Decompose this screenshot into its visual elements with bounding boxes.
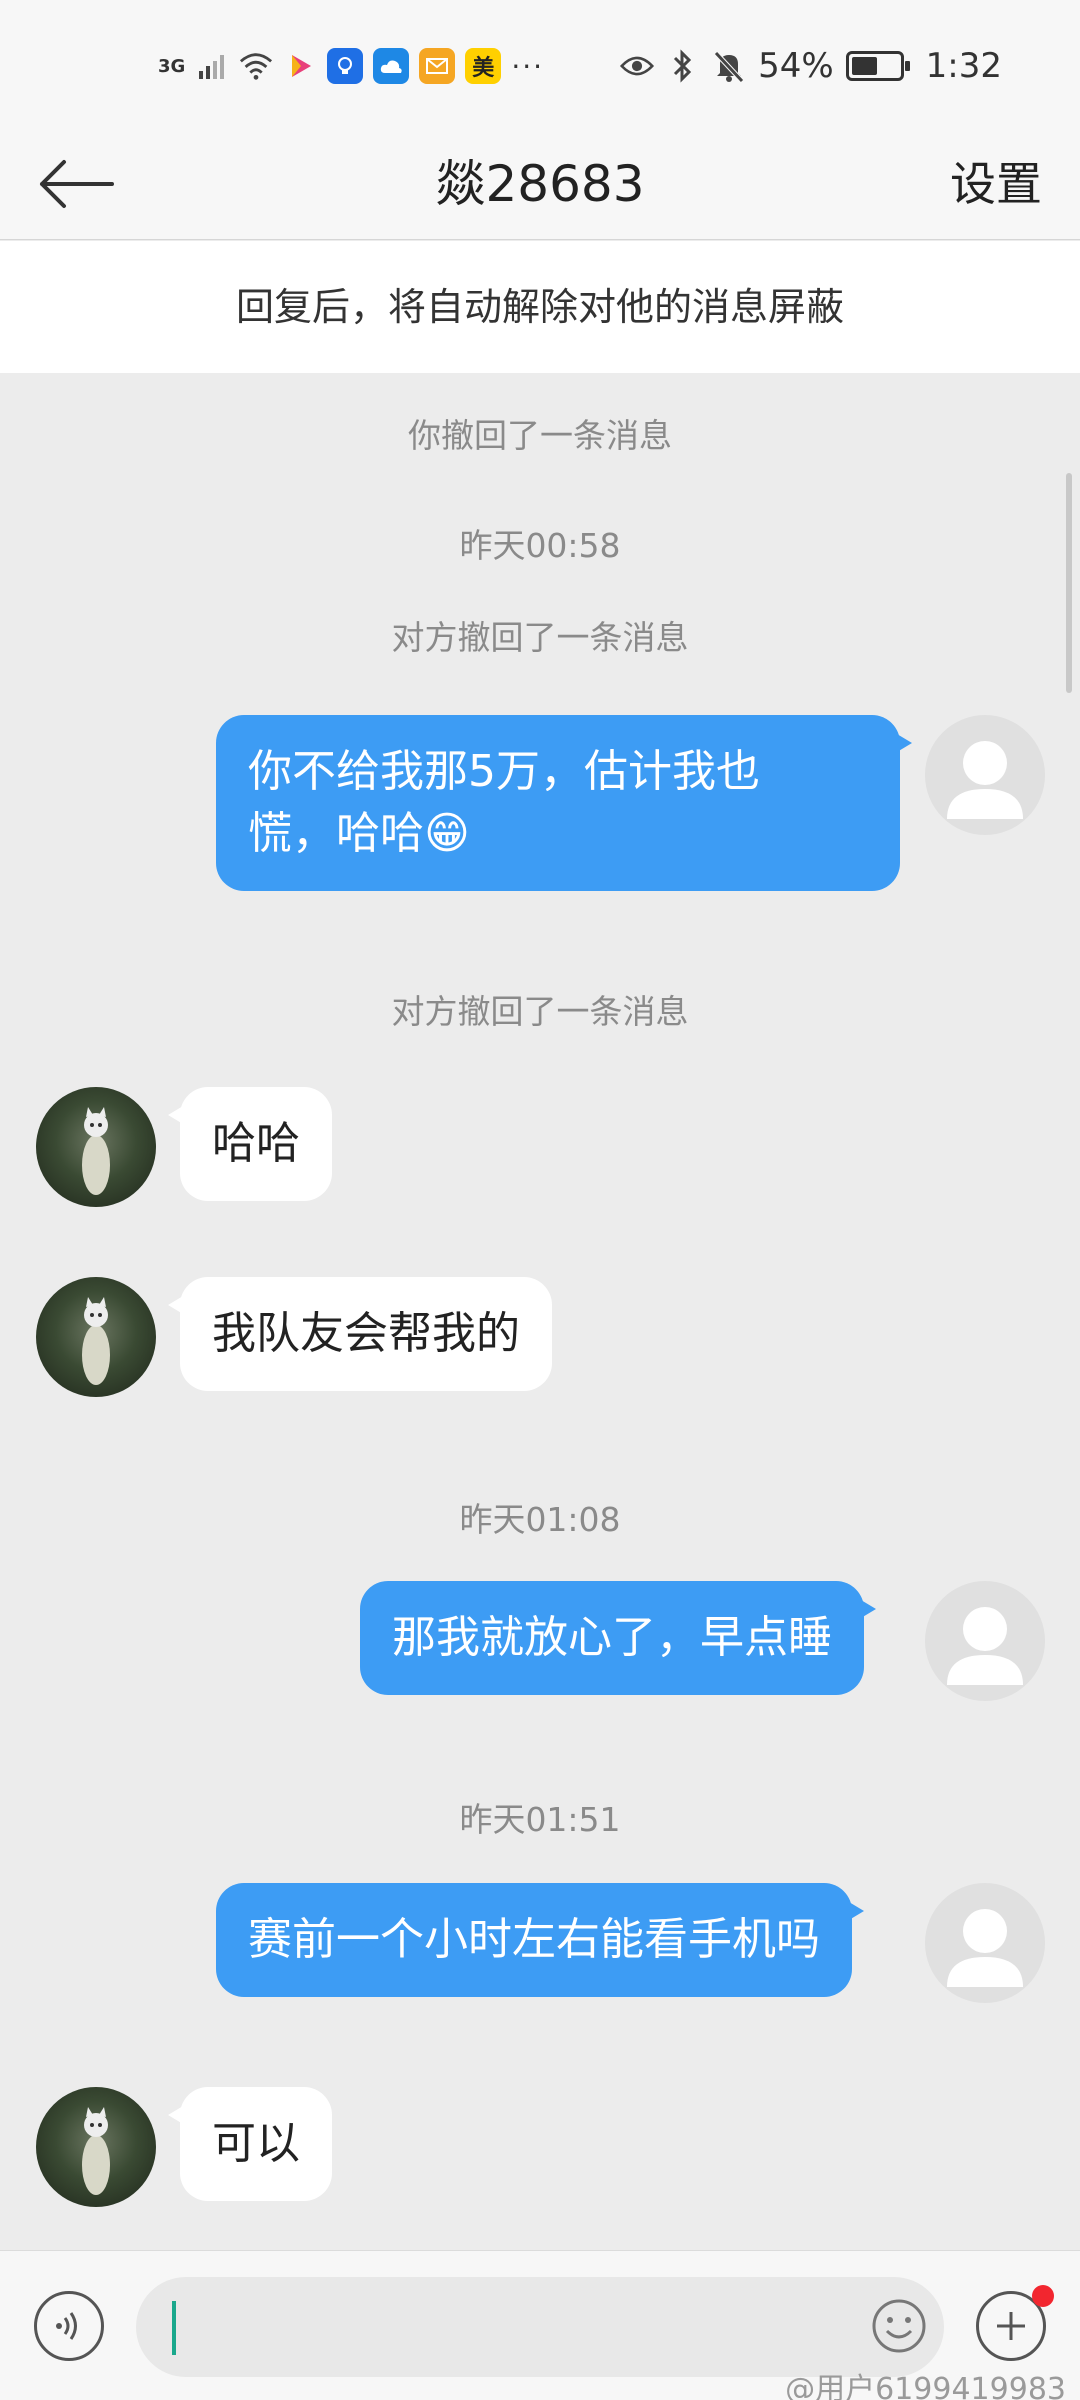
- contact-avatar[interactable]: [36, 1277, 156, 1397]
- default-person-icon: [947, 1607, 1023, 1685]
- weibo-watermark: @用户6199419983: [785, 2372, 1066, 2400]
- contact-avatar[interactable]: [36, 2087, 156, 2207]
- message-input[interactable]: [136, 2277, 944, 2377]
- chat-title: 燚28683: [435, 155, 645, 213]
- more-notifications-icon: ···: [511, 49, 545, 83]
- my-avatar[interactable]: [925, 715, 1045, 835]
- message-outgoing[interactable]: 赛前一个小时左右能看手机吗: [216, 1883, 864, 1997]
- scrollbar[interactable]: [1066, 473, 1072, 693]
- emoji-icon: [872, 2299, 926, 2353]
- message-text: 你不给我那5万，估计我也: [248, 746, 760, 797]
- timestamp: 昨天00:58: [459, 526, 621, 565]
- message-list[interactable]: 你撤回了一条消息 昨天00:58 对方撤回了一条消息 你不给我那5万，估计我也 …: [0, 373, 1080, 2250]
- clock: 1:32: [925, 46, 1002, 86]
- battery-icon: [845, 51, 910, 81]
- timestamp: 昨天01:51: [459, 1800, 621, 1839]
- message-text: 我队友会帮我的: [212, 1308, 520, 1359]
- unblock-notice: 回复后，将自动解除对他的消息屏蔽: [0, 241, 1080, 373]
- text-caret: [172, 2301, 176, 2355]
- cat-avatar-icon: [82, 1297, 110, 1385]
- default-person-icon: [947, 741, 1023, 819]
- message-text: 可以: [212, 2118, 300, 2169]
- meituan-app-icon: 美: [465, 48, 502, 84]
- mute-icon: [712, 49, 746, 83]
- message-text: 赛前一个小时左右能看手机吗: [248, 1914, 820, 1965]
- cat-avatar-icon: [82, 1107, 110, 1195]
- settings-button[interactable]: 设置: [950, 128, 1042, 240]
- chat-header: 燚28683 设置: [0, 128, 1080, 240]
- network-type: 3G: [158, 55, 186, 77]
- message-text: 慌，哈哈😁: [248, 808, 470, 859]
- cat-avatar-icon: [82, 2107, 110, 2195]
- system-message: 对方撤回了一条消息: [391, 992, 689, 1031]
- system-message: 对方撤回了一条消息: [391, 618, 689, 657]
- eye-icon: [620, 49, 655, 83]
- signal-icon: [195, 49, 229, 83]
- message-outgoing[interactable]: 那我就放心了，早点睡: [360, 1581, 876, 1695]
- bulb-app-icon: [327, 48, 364, 84]
- message-text: 那我就放心了，早点睡: [392, 1612, 832, 1663]
- voice-icon: [56, 2312, 77, 2340]
- system-message: 你撤回了一条消息: [408, 416, 672, 455]
- bluetooth-icon: [666, 49, 700, 83]
- emoji-button[interactable]: [870, 2297, 928, 2355]
- battery-percent: 54%: [758, 46, 834, 86]
- my-avatar[interactable]: [925, 1883, 1045, 2003]
- message-incoming[interactable]: 哈哈: [168, 1087, 332, 1201]
- default-person-icon: [947, 1909, 1023, 1987]
- notification-dot: [1032, 2285, 1054, 2307]
- my-avatar[interactable]: [925, 1581, 1045, 1701]
- cloud-app-icon: [373, 48, 410, 84]
- message-incoming[interactable]: 我队友会帮我的: [168, 1277, 552, 1391]
- message-text: 哈哈: [212, 1118, 300, 1169]
- status-right: 54% 1:32: [620, 44, 1002, 88]
- message-incoming[interactable]: 可以: [168, 2087, 332, 2201]
- timestamp: 昨天01:08: [459, 1500, 621, 1539]
- wifi-icon: [239, 49, 273, 83]
- plus-icon: [997, 2312, 1025, 2340]
- voice-input-button[interactable]: [34, 2291, 104, 2361]
- mail-app-icon: [419, 48, 456, 84]
- status-left: 3G 美 ···: [158, 44, 544, 88]
- status-bar: 3G 美 ··· 54% 1:32: [0, 0, 1080, 128]
- message-outgoing[interactable]: 你不给我那5万，估计我也 慌，哈哈😁: [216, 715, 912, 891]
- contact-avatar[interactable]: [36, 1087, 156, 1207]
- battery-fill: [851, 57, 877, 75]
- video-app-icon: [283, 49, 317, 83]
